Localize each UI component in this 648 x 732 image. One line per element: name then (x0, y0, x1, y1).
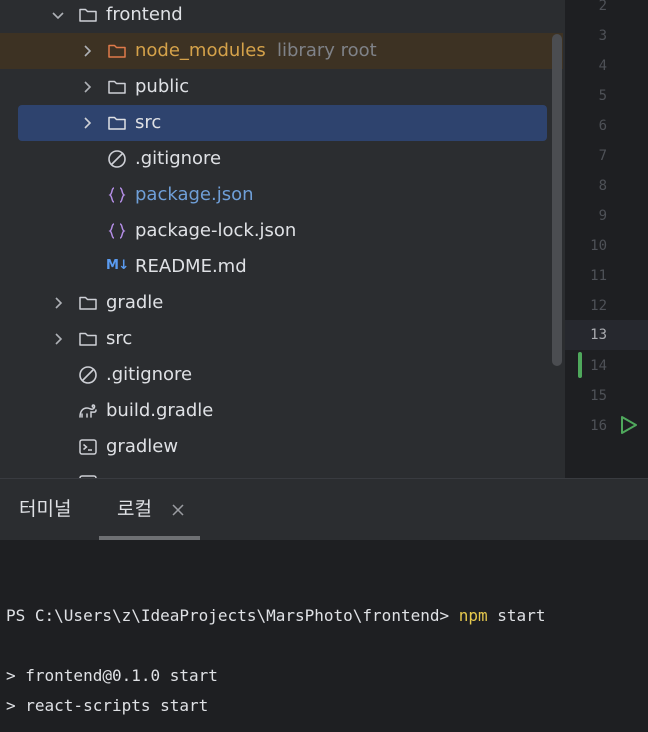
terminal-tab-bar: 터미널 로컬 (0, 479, 648, 540)
chevron-right-icon[interactable] (79, 79, 95, 95)
terminal-output-line: > react-scripts start (6, 696, 209, 715)
close-icon[interactable] (171, 503, 185, 517)
current-line-number: 13 (590, 327, 607, 343)
folder-icon (108, 116, 126, 130)
terminal-output-line: > frontend@0.1.0 start (6, 666, 218, 685)
terminal-command-line: PS C:\Users\z\IdeaProjects\MarsPhoto\fro… (6, 606, 545, 626)
terminal-command-args: start (487, 606, 546, 625)
line-number: 8 (598, 178, 607, 194)
folder-icon (79, 8, 97, 22)
tree-item-label: .gitignore (106, 364, 193, 385)
line-number: 3 (598, 28, 607, 44)
json-file-icon (108, 187, 126, 203)
markdown-icon: M↓ (106, 258, 129, 273)
chevron-right-icon[interactable] (79, 43, 95, 59)
tree-item-label: .gitignore (135, 148, 222, 169)
tree-item-label: build.gradle (106, 400, 214, 421)
line-number: 16 (590, 418, 607, 434)
terminal-prompt: PS C:\Users\z\IdeaProjects\MarsPhoto\fro… (6, 606, 459, 625)
ignored-file-icon (108, 150, 126, 168)
line-number: 12 (590, 298, 607, 314)
shell-script-icon (79, 439, 97, 455)
tree-item-gradle[interactable]: gradle (0, 285, 565, 321)
line-number: 10 (590, 238, 607, 254)
tree-item-src[interactable]: src (0, 321, 565, 357)
tree-item-public[interactable]: public (0, 69, 565, 105)
line-number: 6 (598, 118, 607, 134)
line-number: 9 (598, 208, 607, 224)
tree-item-package-json[interactable]: package.json (0, 177, 565, 213)
tree-item-label: src (135, 112, 162, 133)
tab-local[interactable]: 로컬 (117, 497, 152, 521)
chevron-right-icon[interactable] (50, 295, 66, 311)
tree-item-label: package-lock.json (135, 220, 297, 241)
folder-icon (79, 332, 97, 346)
tree-item-label: gradle (106, 292, 164, 313)
line-number: 4 (598, 58, 607, 74)
tree-item-label: public (135, 76, 190, 97)
tree-scrollbar[interactable] (552, 34, 562, 366)
chevron-down-icon[interactable] (50, 7, 66, 23)
tree-item-gitignore-root[interactable]: .gitignore (0, 357, 565, 393)
line-number: 2 (598, 0, 607, 14)
line-number: 14 (590, 358, 607, 374)
tree-item-label: gradlew (106, 436, 179, 457)
tree-item-label: node_modules (135, 40, 266, 61)
tree-item-node-modules[interactable]: node_modules library root (0, 33, 563, 69)
terminal-command: npm (458, 606, 488, 625)
editor-gutter: 2 3 4 5 6 7 8 9 10 11 12 13 14 15 16 (565, 0, 648, 478)
tree-item-readme[interactable]: M↓ README.md (0, 249, 565, 285)
run-icon[interactable] (617, 414, 639, 436)
tree-item-gitignore[interactable]: .gitignore (0, 141, 565, 177)
tree-item-label: frontend (106, 4, 183, 25)
tree-item-frontend[interactable]: frontend (0, 0, 565, 33)
tree-item-build-gradle[interactable]: build.gradle (0, 393, 565, 429)
tree-item-src-selected[interactable]: src (0, 105, 565, 141)
project-tree: frontend node_modules library root publi… (0, 0, 565, 478)
tree-item-label: README.md (135, 256, 247, 277)
tree-item-label: package.json (135, 184, 254, 205)
line-number: 11 (590, 268, 607, 284)
terminal-output[interactable]: PS C:\Users\z\IdeaProjects\MarsPhoto\fro… (0, 540, 648, 732)
tree-item-package-lock-json[interactable]: package-lock.json (0, 213, 565, 249)
library-root-hint: library root (277, 40, 377, 61)
folder-icon (79, 296, 97, 310)
gradle-elephant-icon (79, 404, 97, 418)
line-number: 7 (598, 148, 607, 164)
tree-item-gradlew[interactable]: gradlew (0, 429, 565, 465)
json-file-icon (108, 223, 126, 239)
tree-item-label: src (106, 328, 133, 349)
tree-item-cut-off (0, 465, 565, 478)
vcs-added-marker[interactable] (578, 352, 582, 378)
ignored-file-icon (79, 366, 97, 384)
chevron-right-icon[interactable] (50, 331, 66, 347)
line-number: 5 (598, 88, 607, 104)
chevron-right-icon[interactable] (79, 115, 95, 131)
terminal-title[interactable]: 터미널 (19, 497, 71, 521)
folder-icon (108, 80, 126, 94)
line-number: 15 (590, 388, 607, 404)
excluded-folder-icon (108, 44, 126, 58)
